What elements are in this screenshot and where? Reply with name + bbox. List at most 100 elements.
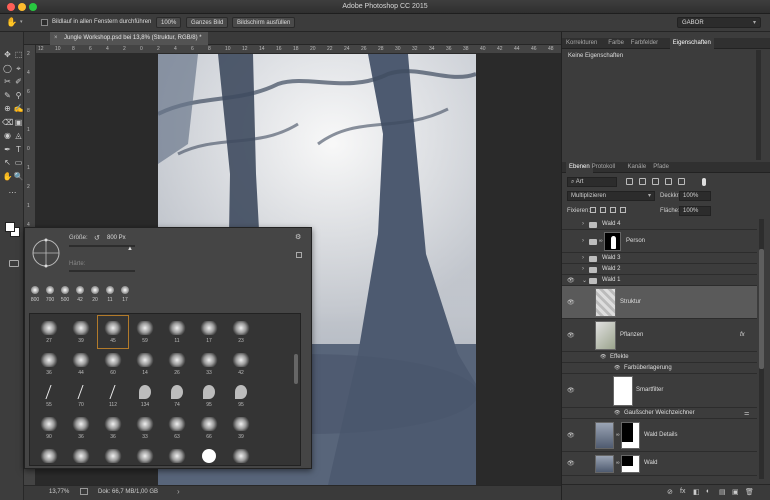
layer-row[interactable]: › Wald 2 xyxy=(562,264,757,275)
visibility-toggle-empty[interactable] xyxy=(567,238,574,245)
brush-angle-preview[interactable] xyxy=(31,238,61,268)
add-style-icon[interactable]: fx xyxy=(680,488,685,495)
brush-preset[interactable] xyxy=(194,444,224,465)
layer-row[interactable]: 👁 Farbüberlagerung xyxy=(562,363,757,374)
hand-icon[interactable]: ✋ xyxy=(2,171,13,182)
visibility-eye-icon[interactable]: 👁 xyxy=(567,299,575,306)
smart-filter-icon[interactable] xyxy=(678,178,685,185)
layers-scrollbar[interactable] xyxy=(759,219,764,479)
brush-grid[interactable]: 27 39 45 59 11 17 23 36 44 60 14 26 33 42 55 70 112 134 74… xyxy=(29,313,301,466)
visibility-eye-icon[interactable]: 👁 xyxy=(614,365,620,371)
layer-row[interactable]: 👁 Effekte xyxy=(562,352,757,363)
tab-pfade[interactable]: Pfade xyxy=(653,162,669,173)
brush-preset[interactable]: 95 xyxy=(194,380,224,412)
visibility-eye-icon[interactable]: 👁 xyxy=(600,354,606,360)
visibility-eye-icon[interactable]: 👁 xyxy=(567,432,575,439)
lock-transparent-icon[interactable] xyxy=(590,207,596,213)
layer-name[interactable]: Struktur xyxy=(620,299,641,305)
hand-tool-preset-icon[interactable]: ✋ xyxy=(6,17,17,28)
recent-brush-preset[interactable]: 42 xyxy=(73,286,87,306)
layer-name[interactable]: Wald 2 xyxy=(602,266,620,272)
brush-preset[interactable] xyxy=(98,444,128,465)
layer-mask-thumbnail[interactable] xyxy=(621,422,640,449)
tab-ebenen[interactable]: Ebenen xyxy=(566,162,593,173)
brush-preset[interactable]: 36 xyxy=(34,348,64,380)
lock-position-icon[interactable] xyxy=(610,207,616,213)
brush-preset[interactable] xyxy=(226,444,256,465)
quick-mask-icon[interactable] xyxy=(9,260,19,267)
path-select-icon[interactable]: ↖ xyxy=(2,157,13,168)
brush-icon[interactable]: ⚲ xyxy=(13,90,24,101)
blend-mode-select[interactable]: Multiplizieren ▾ xyxy=(567,191,655,201)
filter-options-icon[interactable]: ⚌ xyxy=(744,410,749,417)
tab-korrekturen[interactable]: Korrekturen xyxy=(566,38,597,49)
brush-preset[interactable]: 60 xyxy=(98,348,128,380)
brush-preset[interactable]: 134 xyxy=(130,380,160,412)
visibility-eye-icon[interactable]: 👁 xyxy=(567,277,575,284)
brush-preset[interactable]: 36 xyxy=(98,412,128,444)
recent-brush-preset[interactable]: 800 xyxy=(28,286,42,306)
pixel-filter-icon[interactable] xyxy=(626,178,633,185)
brush-preset[interactable]: 45 xyxy=(97,315,129,349)
brush-preset[interactable]: 27 xyxy=(34,316,64,348)
scroll-all-checkbox[interactable] xyxy=(41,19,48,26)
layer-mask-thumbnail[interactable] xyxy=(604,232,621,251)
brush-preset[interactable]: 63 xyxy=(162,412,192,444)
layer-thumbnail[interactable] xyxy=(595,288,616,317)
new-preset-icon[interactable] xyxy=(296,252,302,258)
zoom-icon[interactable]: 🔍 xyxy=(13,171,24,182)
brush-preset[interactable]: 39 xyxy=(226,412,256,444)
layer-name[interactable]: Wald xyxy=(644,460,657,466)
smartfilter-thumbnail[interactable] xyxy=(613,376,633,406)
layer-name[interactable]: Wald 3 xyxy=(602,255,620,261)
foreground-color-swatch[interactable] xyxy=(5,222,15,232)
more-tools-icon[interactable]: ⋯ xyxy=(7,187,18,198)
brush-preset[interactable] xyxy=(34,444,64,465)
healing-brush-icon[interactable]: ✎ xyxy=(2,90,13,101)
layer-row[interactable]: 👁 ∞ Wald xyxy=(562,452,757,476)
link-layers-icon[interactable]: ⊘ xyxy=(667,488,673,496)
brush-preset[interactable]: 74 xyxy=(162,380,192,412)
visibility-eye-icon[interactable]: 👁 xyxy=(567,332,575,339)
brush-preset[interactable]: 26 xyxy=(162,348,192,380)
brush-preset[interactable]: 42 xyxy=(226,348,256,380)
size-slider-thumb[interactable]: ▲ xyxy=(127,246,133,252)
visibility-eye-icon[interactable]: 👁 xyxy=(567,387,575,394)
layer-mask-thumbnail[interactable] xyxy=(621,455,640,473)
hardness-slider[interactable] xyxy=(69,270,135,272)
blur-icon[interactable]: ◉ xyxy=(2,130,13,141)
brush-preset[interactable] xyxy=(66,444,96,465)
clone-stamp-icon[interactable]: ⊕ xyxy=(2,103,13,114)
brush-preset[interactable]: 44 xyxy=(66,348,96,380)
visibility-toggle-empty[interactable] xyxy=(567,221,574,228)
trash-icon[interactable]: 🗑 xyxy=(745,488,754,496)
add-mask-icon[interactable]: ◧ xyxy=(693,488,700,496)
recent-brush-preset[interactable]: 500 xyxy=(58,286,72,306)
layer-row[interactable]: 👁 Smartfilter xyxy=(562,374,757,408)
layer-thumbnail[interactable] xyxy=(595,321,616,350)
layers-scrollbar-thumb[interactable] xyxy=(759,249,764,369)
tab-kanäle[interactable]: Kanäle xyxy=(628,162,647,173)
opacity-input[interactable]: 100% xyxy=(679,191,711,201)
properties-scrollbar[interactable] xyxy=(756,50,761,160)
fx-badge[interactable]: fx xyxy=(740,332,745,338)
chevron-right-icon[interactable]: › xyxy=(582,238,584,244)
fill-screen-button[interactable]: Bildschirm ausfüllen xyxy=(232,17,296,28)
new-adjustment-icon[interactable]: ◐ xyxy=(706,488,710,495)
layer-name[interactable]: Wald 4 xyxy=(602,221,620,227)
shape-icon[interactable]: ▭ xyxy=(13,157,24,168)
layer-thumbnail[interactable] xyxy=(595,455,614,473)
history-brush-icon[interactable]: ✍ xyxy=(13,103,24,114)
brush-preset[interactable]: 33 xyxy=(194,348,224,380)
brush-preset[interactable]: 39 xyxy=(66,316,96,348)
tab-eigenschaften[interactable]: Eigenschaften xyxy=(669,38,714,49)
shape-filter-icon[interactable] xyxy=(665,178,672,185)
marquee-icon[interactable]: ⬚ xyxy=(13,49,24,60)
brush-preset[interactable] xyxy=(162,444,192,465)
brush-preset[interactable]: 55 xyxy=(34,380,64,412)
brush-preset[interactable]: 70 xyxy=(66,380,96,412)
brush-preset[interactable]: 112 xyxy=(98,380,128,412)
reset-size-icon[interactable]: ↺ xyxy=(94,234,100,242)
brush-preset[interactable]: 17 xyxy=(194,316,224,348)
type-filter-icon[interactable] xyxy=(652,178,659,185)
